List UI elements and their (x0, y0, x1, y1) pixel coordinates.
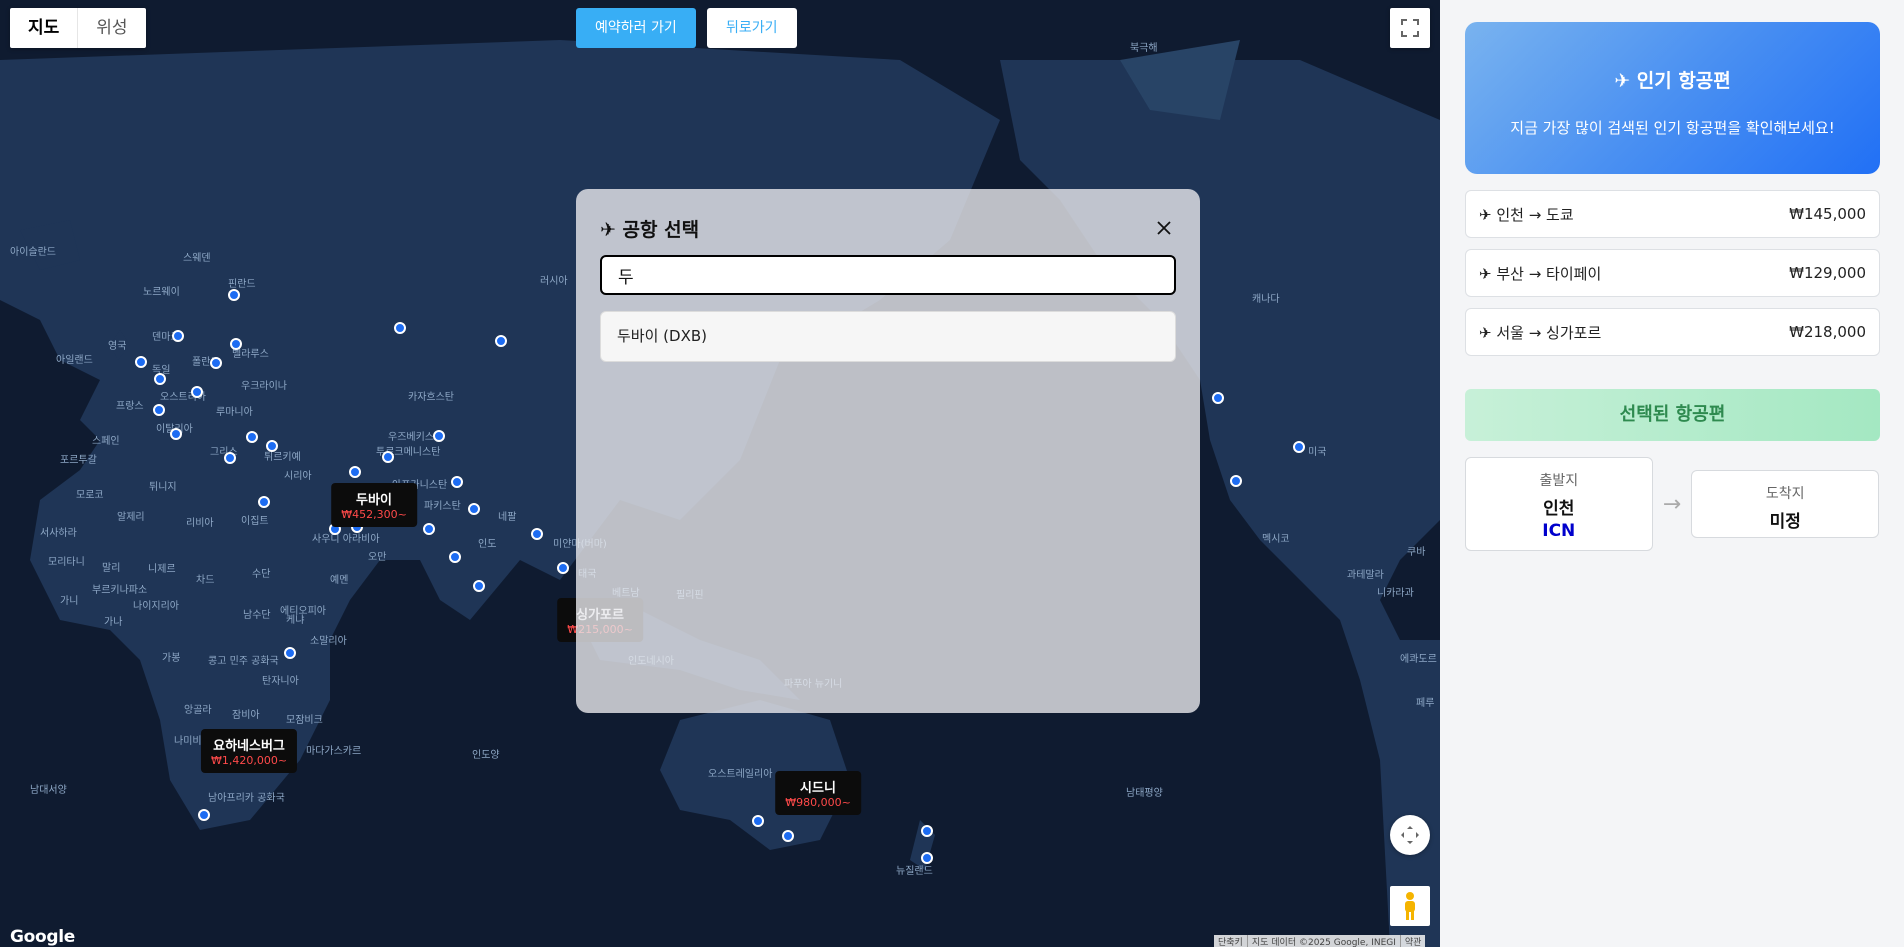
airport-marker[interactable] (266, 440, 278, 452)
close-icon (1157, 221, 1171, 235)
airport-marker[interactable] (258, 496, 270, 508)
airport-result-item[interactable]: 두바이 (DXB) (600, 311, 1176, 362)
airport-marker[interactable] (224, 452, 236, 464)
airport-marker[interactable] (198, 809, 210, 821)
airport-marker[interactable] (394, 322, 406, 334)
terms-link[interactable]: 약관 (1399, 934, 1426, 947)
airport-search-input[interactable] (600, 255, 1176, 295)
airport-marker[interactable] (782, 830, 794, 842)
map-attribution: 단축키 지도 데이터 ©2025 Google, INEGI 약관 (1214, 934, 1426, 947)
airport-marker[interactable] (433, 430, 445, 442)
airport-marker[interactable] (349, 466, 361, 478)
airport-marker[interactable] (382, 451, 394, 463)
airport-marker[interactable] (172, 330, 184, 342)
departure-card[interactable]: 출발지 인천 ICN (1465, 457, 1653, 551)
back-button[interactable]: 뒤로가기 (707, 8, 797, 48)
price-tag-city: 두바이 (356, 493, 392, 508)
arrival-label: 도착지 (1765, 486, 1805, 502)
map-type-satellite-button[interactable]: 위성 (77, 8, 145, 48)
airport-marker[interactable] (921, 825, 933, 837)
airport-marker[interactable] (531, 528, 543, 540)
sidebar: ✈ 인기 항공편 지금 가장 많이 검색된 인기 항공편을 확인해보세요! ✈ … (1440, 0, 1904, 947)
price-tag-price: ₩1,420,000~ (210, 754, 288, 767)
airport-marker[interactable] (170, 428, 182, 440)
airport-marker[interactable] (423, 523, 435, 535)
fullscreen-button[interactable] (1390, 8, 1430, 48)
price-tag-price: ₩452,300~ (341, 508, 407, 521)
airport-marker[interactable] (752, 815, 764, 827)
airport-marker[interactable] (495, 335, 507, 347)
popular-flight-item[interactable]: ✈ 부산 → 타이페이 ₩129,000 (1465, 249, 1880, 297)
flight-price: ₩218,000 (1789, 323, 1866, 341)
map-type-control: 지도 위성 (10, 8, 146, 48)
airport-marker[interactable] (449, 551, 461, 563)
price-tag-city: 시드니 (800, 781, 836, 796)
airport-marker[interactable] (557, 562, 569, 574)
arrival-name: 미정 (1769, 512, 1801, 532)
popular-flight-item[interactable]: ✈ 인천 → 도쿄 ₩145,000 (1465, 190, 1880, 238)
modal-title: ✈ 공항 선택 (600, 218, 700, 241)
airport-marker[interactable] (154, 373, 166, 385)
airport-marker[interactable] (1212, 392, 1224, 404)
selected-flight-title: 선택된 항공편 (1465, 389, 1880, 441)
pegman-icon (1405, 892, 1415, 920)
popular-flights-subtitle: 지금 가장 많이 검색된 인기 항공편을 확인해보세요! (1510, 119, 1835, 137)
map-data-credit: 지도 데이터 ©2025 Google, INEGI (1246, 934, 1400, 947)
camera-control-button[interactable] (1390, 815, 1430, 855)
shortcuts-link[interactable]: 단축키 (1214, 935, 1247, 947)
flight-route: ✈ 인천 → 도쿄 (1479, 205, 1574, 224)
selected-route: 출발지 인천 ICN → 도착지 미정 (1465, 457, 1879, 551)
airport-marker[interactable] (1293, 441, 1305, 453)
airport-marker[interactable] (473, 580, 485, 592)
price-tag-marker[interactable]: 두바이 ₩452,300~ (331, 483, 417, 527)
departure-code: ICN (1542, 521, 1576, 541)
google-logo: Google (10, 927, 76, 947)
fullscreen-icon (1401, 19, 1419, 37)
flight-price: ₩145,000 (1789, 205, 1866, 223)
airport-marker[interactable] (153, 404, 165, 416)
airport-marker[interactable] (468, 503, 480, 515)
flight-route: ✈ 부산 → 타이페이 (1479, 264, 1602, 283)
arrival-card[interactable]: 도착지 미정 (1691, 470, 1879, 538)
flight-route: ✈ 서울 → 싱가포르 (1479, 323, 1602, 342)
street-view-pegman[interactable] (1390, 886, 1430, 926)
popular-flights-title: ✈ 인기 항공편 (1614, 70, 1731, 92)
airport-marker[interactable] (246, 431, 258, 443)
airport-marker[interactable] (191, 386, 203, 398)
world-map[interactable]: 노르웨이 스웨덴 핀란드 아이슬란드 영국 아일랜드 덴마크 독일 폴란드 벨라루스 프랑스 오스트리… (0, 0, 1440, 947)
airport-select-modal: ✈ 공항 선택 두바이 (DXB) (576, 189, 1200, 713)
airport-marker[interactable] (1230, 475, 1242, 487)
departure-label: 출발지 (1539, 473, 1579, 489)
price-tag-marker[interactable]: 시드니 ₩980,000~ (775, 771, 861, 815)
route-arrow-icon: → (1662, 491, 1682, 517)
price-tag-marker[interactable]: 요하네스버그 ₩1,420,000~ (200, 729, 298, 773)
airport-marker[interactable] (921, 852, 933, 864)
flight-price: ₩129,000 (1789, 264, 1866, 282)
airport-marker[interactable] (230, 338, 242, 350)
pan-arrows-icon (1401, 826, 1419, 844)
airport-marker[interactable] (228, 289, 240, 301)
price-tag-price: ₩980,000~ (785, 796, 851, 809)
close-button[interactable] (1152, 216, 1176, 240)
airport-marker[interactable] (284, 647, 296, 659)
reserve-button[interactable]: 예약하러 가기 (576, 8, 696, 48)
airport-marker[interactable] (451, 476, 463, 488)
popular-flights-banner: ✈ 인기 항공편 지금 가장 많이 검색된 인기 항공편을 확인해보세요! (1465, 22, 1880, 174)
popular-flight-item[interactable]: ✈ 서울 → 싱가포르 ₩218,000 (1465, 308, 1880, 356)
airport-marker[interactable] (135, 356, 147, 368)
price-tag-city: 요하네스버그 (213, 739, 285, 754)
map-type-map-button[interactable]: 지도 (10, 8, 77, 48)
airport-marker[interactable] (210, 357, 222, 369)
departure-name: 인천 (1543, 499, 1575, 519)
